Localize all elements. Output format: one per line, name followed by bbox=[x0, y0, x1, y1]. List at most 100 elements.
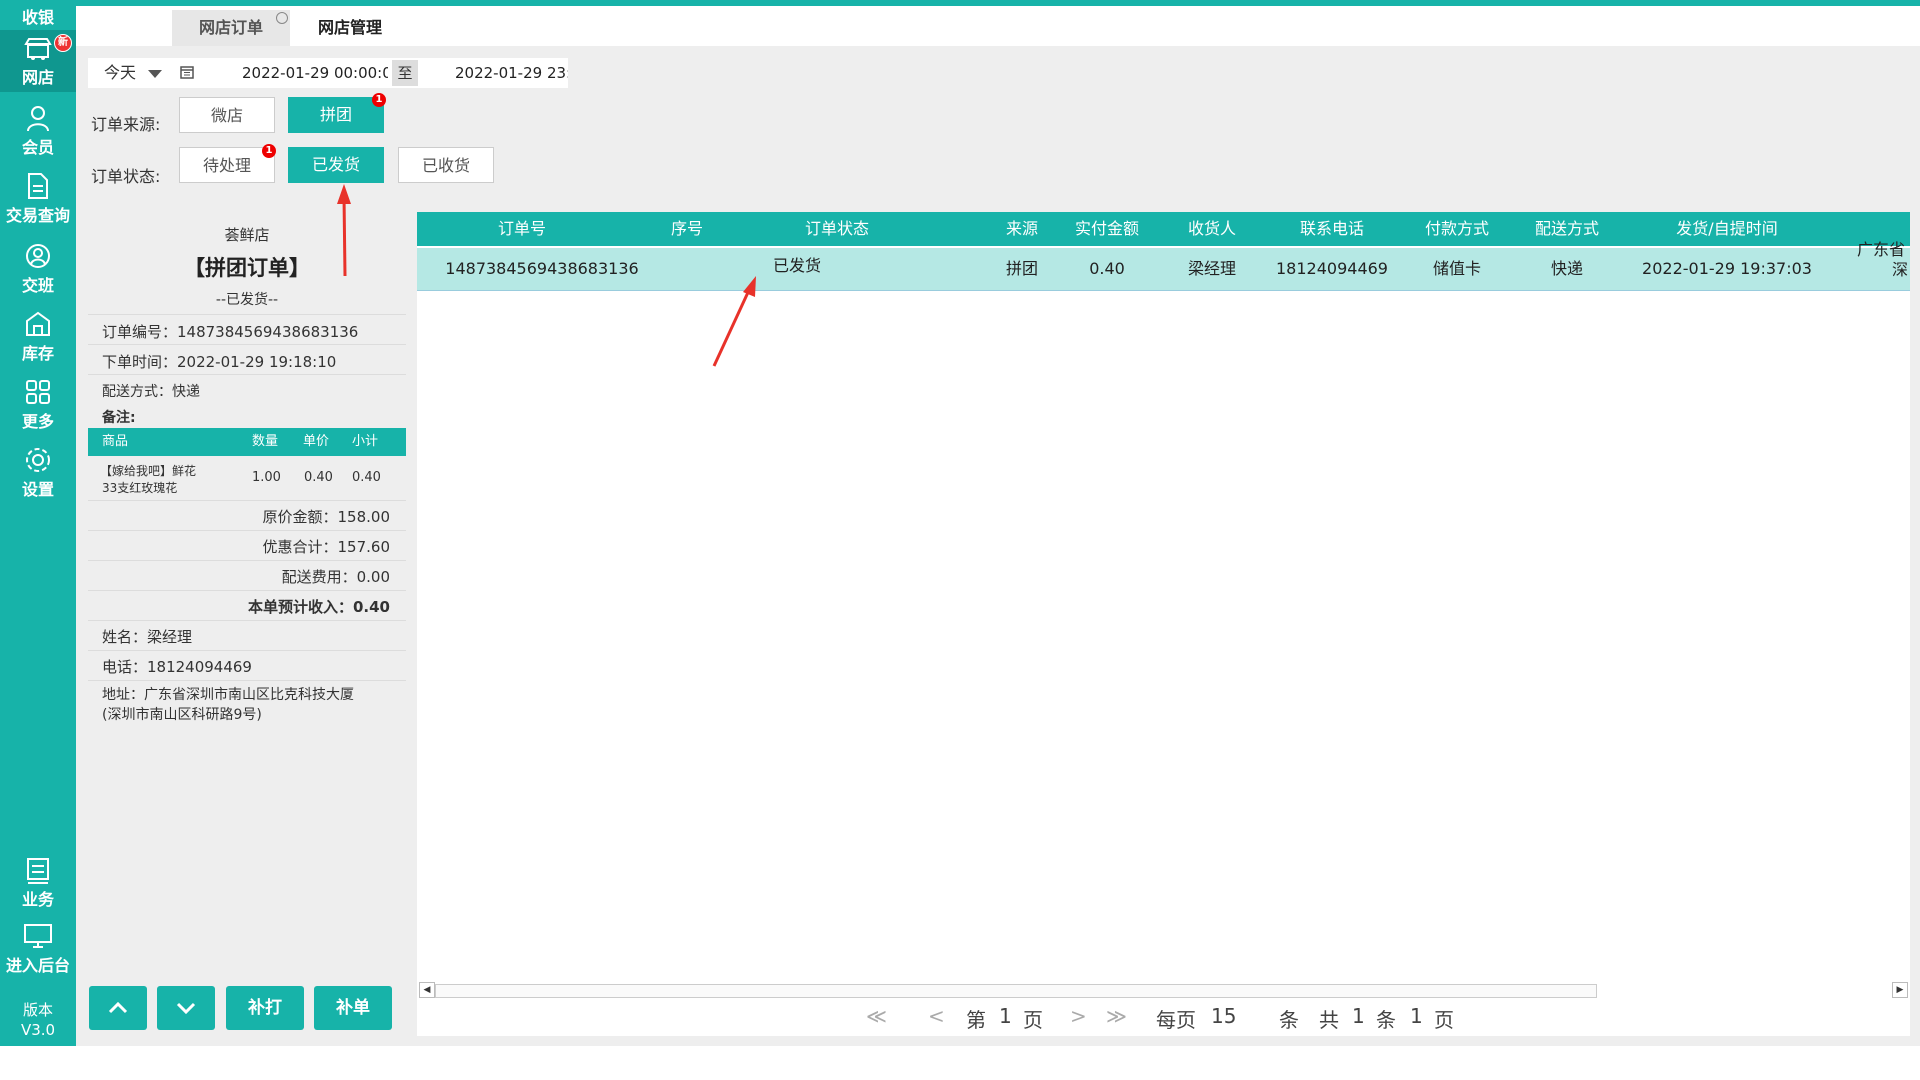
order-status-label: 订单状态: bbox=[91, 167, 161, 186]
sidebar-item-inventory[interactable]: 库存 bbox=[0, 310, 76, 366]
horizontal-scrollbar[interactable]: ◀ ▶ bbox=[417, 982, 1910, 998]
sidebar-item-cashier[interactable]: 收银 bbox=[0, 4, 76, 28]
col-source: 来源 bbox=[1005, 219, 1038, 238]
cell-order-no: 1487384569438683136 bbox=[445, 259, 639, 278]
sidebar-item-label: 网店 bbox=[21, 68, 54, 87]
sidebar-item-more[interactable]: 更多 bbox=[0, 378, 76, 434]
supplement-order-button[interactable]: 补单 bbox=[314, 986, 392, 1030]
col-product: 商品 bbox=[102, 434, 129, 449]
monitor-icon bbox=[24, 924, 52, 948]
button-label: 已收货 bbox=[421, 156, 470, 175]
sidebar-item-backend[interactable]: 进入后台 bbox=[0, 922, 76, 978]
scrollbar-thumb[interactable] bbox=[435, 984, 1597, 998]
divider bbox=[88, 314, 406, 315]
divider bbox=[88, 590, 406, 591]
sidebar-item-label: 业务 bbox=[21, 890, 54, 909]
sidebar-item-business[interactable]: 业务 bbox=[0, 856, 76, 912]
divider bbox=[88, 530, 406, 531]
next-page-button[interactable]: > bbox=[1070, 1004, 1087, 1028]
reprint-button[interactable]: 补打 bbox=[226, 986, 304, 1030]
shop-name: 荟鲜店 bbox=[224, 226, 270, 244]
close-icon[interactable] bbox=[276, 12, 288, 24]
tab-online-store-management[interactable]: 网店管理 bbox=[318, 10, 382, 46]
shift-icon bbox=[26, 244, 50, 268]
col-ship-time: 发货/自提时间 bbox=[1676, 219, 1778, 238]
new-badge: 新 bbox=[54, 34, 72, 52]
income-label: 本单预计收入： bbox=[247, 598, 353, 616]
status-pending-button[interactable]: 待处理 1 bbox=[179, 144, 276, 183]
col-payment: 付款方式 bbox=[1424, 219, 1489, 238]
source-weidian-button[interactable]: 微店 bbox=[179, 97, 275, 133]
total-count: 1 bbox=[1352, 1004, 1365, 1028]
status-received-button[interactable]: 已收货 bbox=[398, 147, 494, 183]
sidebar-item-shift[interactable]: 交班 bbox=[0, 242, 76, 298]
scroll-down-button[interactable] bbox=[157, 986, 215, 1030]
document-icon bbox=[28, 173, 48, 199]
sidebar-item-label: 库存 bbox=[21, 344, 54, 363]
prev-page-button[interactable]: < bbox=[928, 1004, 945, 1028]
per-page-select[interactable]: 15 bbox=[1211, 1004, 1236, 1028]
source-group-buy-button[interactable]: 拼团 1 bbox=[288, 93, 386, 133]
cell-phone: 18124094469 bbox=[1276, 259, 1388, 278]
scroll-right-icon[interactable]: ▶ bbox=[1892, 982, 1908, 998]
member-icon bbox=[27, 106, 49, 132]
scroll-up-button[interactable] bbox=[89, 986, 147, 1030]
grid-icon bbox=[26, 380, 50, 404]
status-shipped-button[interactable]: 已发货 bbox=[288, 147, 384, 183]
cell-payment: 储值卡 bbox=[1432, 259, 1481, 278]
sidebar-item-transactions[interactable]: 交易查询 bbox=[0, 172, 76, 228]
col-receiver: 收货人 bbox=[1187, 219, 1236, 238]
period-select[interactable]: 今天 bbox=[88, 58, 166, 88]
customer-name: 姓名：梁经理 bbox=[102, 628, 193, 646]
item-name-line2: 33支红玫瑰花 bbox=[102, 481, 178, 495]
page-prefix: 第 bbox=[966, 1008, 986, 1032]
item-qty: 1.00 bbox=[252, 470, 281, 485]
page-number-input[interactable]: 1 bbox=[999, 1004, 1012, 1028]
divider bbox=[88, 560, 406, 561]
sidebar-item-store[interactable]: 网店 新 bbox=[0, 30, 76, 92]
end-date-input[interactable]: 2022-01-29 23:59 bbox=[455, 58, 568, 88]
total-unit: 条 bbox=[1376, 1008, 1396, 1032]
tab-label: 网店管理 bbox=[318, 18, 383, 37]
item-subtotal: 0.40 bbox=[352, 470, 381, 485]
start-date-input[interactable]: 2022-01-29 00:00:00 bbox=[242, 58, 388, 88]
tab-online-orders[interactable]: 网店订单 bbox=[172, 10, 290, 46]
order-table: 订单号 序号 订单状态 来源 实付金额 收货人 联系电话 付款方式 配送方式 发… bbox=[417, 212, 1910, 1036]
remark-label: 备注: bbox=[102, 410, 136, 426]
button-label: 拼团 bbox=[319, 105, 352, 124]
last-page-button[interactable]: ≫ bbox=[1106, 1004, 1127, 1028]
tab-label: 网店订单 bbox=[198, 18, 263, 37]
cell-delivery: 快递 bbox=[1550, 259, 1583, 278]
col-subtotal: 小计 bbox=[352, 434, 379, 449]
expected-income: 本单预计收入：0.40 bbox=[248, 596, 390, 617]
divider bbox=[88, 500, 406, 501]
table-row[interactable]: 1487384569438683136 已发货 拼团 0.40 梁经理 1812… bbox=[417, 240, 1910, 291]
col-phone: 联系电话 bbox=[1299, 219, 1364, 238]
per-page-label: 每页 bbox=[1156, 1008, 1196, 1032]
version-number: V3.0 bbox=[20, 1021, 56, 1039]
item-price: 0.40 bbox=[304, 470, 333, 485]
first-page-button[interactable]: ≪ bbox=[866, 1004, 887, 1028]
calendar-icon[interactable] bbox=[180, 65, 194, 79]
divider bbox=[88, 344, 406, 345]
sidebar-item-label: 会员 bbox=[21, 138, 54, 157]
delivery-method: 配送方式：快递 bbox=[102, 384, 200, 400]
gear-icon bbox=[26, 448, 50, 472]
alert-badge: 1 bbox=[262, 144, 276, 158]
order-receipt: 荟鲜店 【拼团订单】 --已发货-- 订单编号：1487384569438683… bbox=[88, 210, 406, 980]
sidebar-item-settings[interactable]: 设置 bbox=[0, 446, 76, 502]
button-label: 待处理 bbox=[202, 156, 251, 175]
button-label: 微店 bbox=[210, 106, 243, 125]
col-status: 订单状态 bbox=[804, 219, 869, 238]
scroll-left-icon[interactable]: ◀ bbox=[419, 982, 435, 998]
sidebar-item-label: 设置 bbox=[21, 480, 54, 499]
divider bbox=[88, 620, 406, 621]
discount-total: 优惠合计：157.60 bbox=[262, 538, 391, 556]
sidebar-item-label: 交班 bbox=[21, 276, 54, 295]
business-icon bbox=[27, 858, 49, 884]
cell-receiver: 梁经理 bbox=[1187, 259, 1236, 278]
original-amount: 原价金额：158.00 bbox=[262, 508, 391, 526]
col-delivery: 配送方式 bbox=[1534, 219, 1599, 238]
order-time: 下单时间：2022-01-29 19:18:10 bbox=[102, 353, 337, 371]
sidebar-item-member[interactable]: 会员 bbox=[0, 104, 76, 160]
